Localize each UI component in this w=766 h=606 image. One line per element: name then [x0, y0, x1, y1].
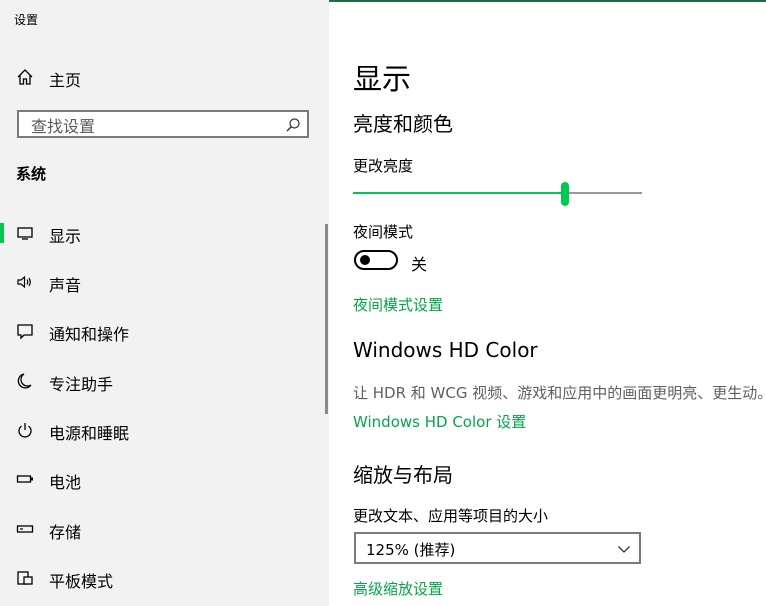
sidebar-item-label: 存储 [49, 523, 82, 542]
battery-icon [16, 475, 33, 483]
night-light-toggle[interactable] [354, 250, 398, 270]
sidebar-item-label: 专注助手 [49, 375, 114, 394]
notification-icon [17, 324, 33, 340]
sidebar-scrollbar[interactable] [325, 224, 328, 414]
sidebar: 设置 主页 系统 显示 声音 通知和操作 [0, 0, 329, 606]
chevron-down-icon [618, 546, 630, 553]
sidebar-item-label: 显示 [49, 227, 82, 246]
search-icon[interactable] [285, 117, 301, 133]
slider-fill [353, 192, 565, 194]
sidebar-item-label: 主页 [49, 71, 82, 90]
moon-icon [17, 373, 32, 389]
sidebar-item-label: 通知和操作 [49, 325, 130, 344]
night-light-state: 关 [411, 255, 428, 274]
sidebar-item-storage[interactable]: 存储 [0, 511, 325, 547]
selected-indicator [0, 223, 4, 243]
scale-label: 更改文本、应用等项目的大小 [353, 507, 549, 525]
hd-color-settings-link[interactable]: Windows HD Color 设置 [353, 411, 526, 432]
page-title: 显示 [353, 62, 412, 96]
search-box[interactable] [17, 110, 309, 138]
section-title-hd-color: Windows HD Color [353, 338, 538, 362]
scale-dropdown[interactable]: 125% (推荐) [354, 532, 641, 564]
power-icon [18, 423, 32, 438]
sidebar-item-home[interactable]: 主页 [0, 62, 329, 92]
sidebar-item-battery[interactable]: 电池 [0, 461, 325, 497]
sidebar-item-label: 平板模式 [49, 572, 114, 591]
night-light-label: 夜间模式 [353, 223, 414, 241]
app-title: 设置 [14, 13, 39, 27]
sidebar-item-tablet-mode[interactable]: 平板模式 [0, 560, 325, 596]
search-input[interactable] [29, 115, 283, 137]
sidebar-section-title: 系统 [16, 165, 47, 183]
advanced-scaling-link[interactable]: 高级缩放设置 [353, 578, 443, 599]
night-light-settings-link[interactable]: 夜间模式设置 [353, 294, 443, 315]
storage-icon [16, 525, 34, 533]
sidebar-item-label: 声音 [49, 276, 82, 295]
sidebar-item-label: 电源和睡眠 [49, 424, 130, 443]
sidebar-item-notifications[interactable]: 通知和操作 [0, 313, 325, 349]
slider-thumb[interactable] [561, 182, 569, 206]
brightness-label: 更改亮度 [353, 157, 414, 175]
section-title-scale-layout: 缩放与布局 [353, 463, 453, 487]
sidebar-item-power-sleep[interactable]: 电源和睡眠 [0, 412, 325, 448]
speaker-icon [17, 275, 31, 289]
tablet-mode-icon [17, 571, 33, 585]
monitor-icon [17, 227, 33, 240]
sidebar-item-label: 电池 [49, 473, 82, 492]
toggle-knob [360, 255, 370, 265]
scale-dropdown-value: 125% (推荐) [366, 541, 456, 559]
sidebar-item-sound[interactable]: 声音 [0, 264, 325, 300]
sidebar-item-display[interactable]: 显示 [0, 215, 325, 251]
section-title-brightness: 亮度和颜色 [353, 112, 453, 136]
sidebar-item-focus-assist[interactable]: 专注助手 [0, 363, 325, 399]
home-icon [17, 69, 33, 85]
brightness-slider[interactable] [353, 182, 642, 206]
hd-color-description: 让 HDR 和 WCG 视频、游戏和应用中的画面更明亮、更生动。 [353, 384, 766, 402]
